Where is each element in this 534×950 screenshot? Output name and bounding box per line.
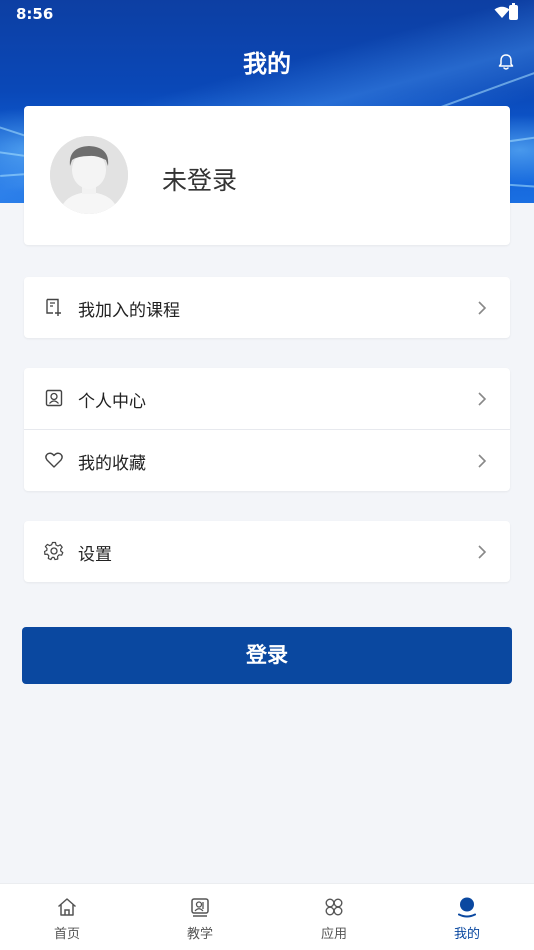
- tab-apps[interactable]: 应用: [267, 884, 401, 950]
- tab-teaching[interactable]: 教学: [133, 884, 267, 950]
- heart-icon: [45, 452, 63, 468]
- menu-item-label: 我加入的课程: [78, 301, 180, 321]
- menu-item-label: 设置: [78, 545, 112, 565]
- wifi-icon: [494, 6, 510, 18]
- profile-card[interactable]: 未登录: [24, 106, 510, 245]
- login-button[interactable]: 登录: [22, 627, 512, 684]
- page-title: 我的: [243, 50, 291, 78]
- battery-icon: [509, 3, 518, 20]
- status-time: 8:56: [16, 5, 54, 23]
- menu-item-my-courses[interactable]: 我加入的课程: [24, 277, 510, 338]
- gear-icon: [44, 541, 64, 561]
- tab-profile[interactable]: 我的: [400, 884, 534, 950]
- tab-label: 应用: [320, 927, 347, 942]
- menu-item-personal-center[interactable]: 个人中心: [24, 368, 510, 429]
- tab-label: 教学: [186, 927, 213, 942]
- status-bar: 8:56: [0, 0, 534, 28]
- user-card-icon: [45, 389, 63, 407]
- course-book-icon: [46, 298, 61, 316]
- profile-icon: [458, 897, 476, 918]
- chevron-right-icon: [478, 301, 487, 315]
- menu-item-settings[interactable]: 设置: [24, 521, 510, 582]
- tab-label: 首页: [53, 927, 80, 942]
- menu-group-account: 个人中心 我的收藏: [24, 368, 510, 491]
- bottom-tab-bar: 首页 教学 应用 我的: [0, 883, 534, 950]
- menu-group-settings: 设置: [24, 521, 510, 582]
- apps-icon: [325, 898, 343, 916]
- bell-icon[interactable]: [496, 52, 516, 72]
- home-icon: [58, 898, 76, 916]
- menu-group-courses: 我加入的课程: [24, 277, 510, 338]
- menu-item-label: 我的收藏: [78, 454, 146, 474]
- menu-item-label: 个人中心: [78, 392, 146, 412]
- chevron-right-icon: [478, 454, 487, 468]
- login-status-text: 未登录: [162, 166, 238, 195]
- menu-item-favorites[interactable]: 我的收藏: [24, 430, 510, 491]
- teaching-icon: [191, 898, 209, 917]
- default-avatar-icon[interactable]: [50, 136, 128, 214]
- tab-home[interactable]: 首页: [0, 884, 134, 950]
- tab-label: 我的: [453, 927, 480, 942]
- chevron-right-icon: [478, 545, 487, 559]
- chevron-right-icon: [478, 392, 487, 406]
